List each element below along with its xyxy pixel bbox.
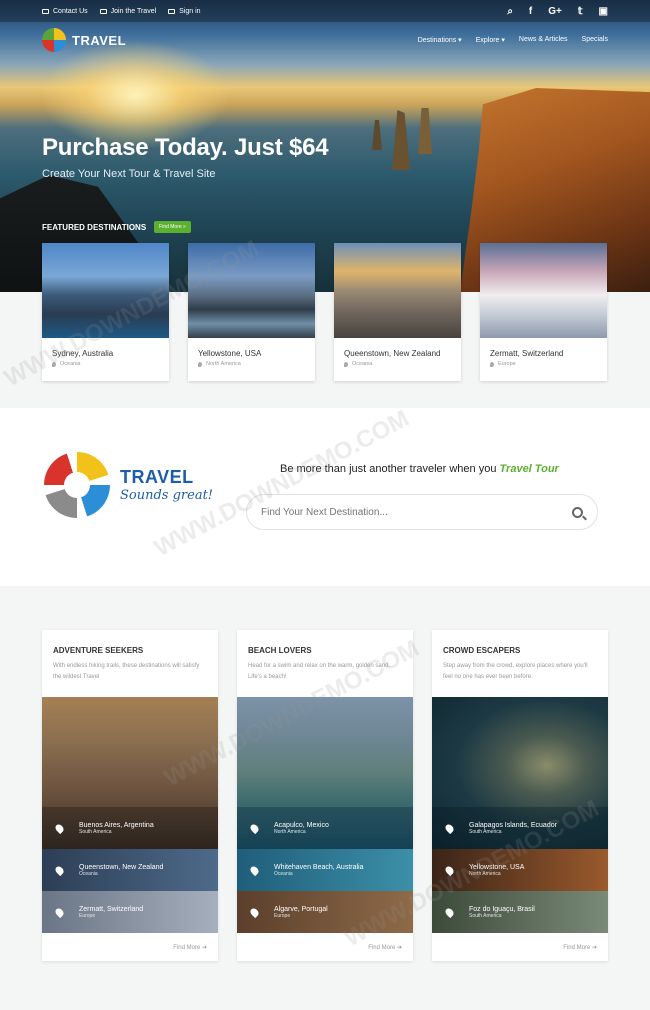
category-title: ADVENTURE SEEKERS	[53, 646, 144, 655]
category-columns: ADVENTURE SEEKERS With endless hiking tr…	[42, 630, 608, 961]
facebook-icon[interactable]: f	[529, 6, 532, 17]
location-pin-icon	[53, 864, 66, 876]
category-card: BEACH LOVERS Head for a swim and relax o…	[237, 630, 413, 961]
signin-link[interactable]: Sign in	[168, 8, 201, 15]
logo-text[interactable]: TRAVEL	[72, 33, 126, 48]
location-pin-icon	[443, 822, 456, 834]
search-icon[interactable]: ⌕	[507, 6, 513, 17]
destination-card[interactable]: Queenstown, New Zealand Oceania	[334, 243, 461, 381]
tagline-highlight: Travel Tour	[499, 463, 559, 475]
category-desc: Head for a swim and relax on the warm, g…	[248, 663, 391, 680]
nav-destinations[interactable]: Destinations ▾	[418, 36, 462, 44]
destination-row[interactable]: Foz do Iguaçu, Brasil South America	[432, 891, 608, 933]
category-desc: With endless hiking trails, these destin…	[53, 663, 200, 680]
find-more-link[interactable]: Find More ➔	[368, 944, 402, 951]
find-more-link[interactable]: Find More ➔	[173, 944, 207, 951]
rock-stack	[418, 108, 432, 154]
destination-card[interactable]: Sydney, Australia Oceania	[42, 243, 169, 381]
search-icon[interactable]	[572, 506, 583, 518]
find-more-button[interactable]: Find More »	[154, 221, 191, 233]
destination-region: North America	[206, 361, 241, 367]
tagline: Be more than just another traveler when …	[280, 463, 559, 475]
rock-stack	[392, 110, 410, 170]
twitter-icon[interactable]: 𝕥	[578, 6, 583, 17]
destination-row[interactable]: Acapulco, Mexico North America	[237, 807, 413, 849]
brand-logo: TRAVEL Sounds great!	[44, 452, 213, 518]
brand-slogan: Sounds great!	[120, 488, 214, 503]
category-title: BEACH LOVERS	[248, 646, 312, 655]
destination-row[interactable]: Yellowstone, USA North America	[432, 849, 608, 891]
hero-title: Purchase Today. Just $64	[42, 134, 329, 161]
join-link[interactable]: Join the Travel	[99, 8, 156, 15]
location-pin-icon	[344, 361, 348, 367]
destination-name: Queenstown, New Zealand	[344, 349, 441, 358]
sydney-image	[42, 243, 169, 338]
yellowstone-image	[188, 243, 315, 338]
google-plus-icon[interactable]: G+	[548, 6, 562, 17]
destination-region: Europe	[498, 361, 516, 367]
location-pin-icon	[248, 906, 261, 918]
category-card: ADVENTURE SEEKERS With endless hiking tr…	[42, 630, 218, 961]
destination-row[interactable]: Buenos Aires, Argentina South America	[42, 807, 218, 849]
destination-card[interactable]: Zermatt, Switzerland Europe	[480, 243, 607, 381]
main-nav: TRAVEL Destinations ▾ Explore ▾ News & A…	[0, 22, 650, 58]
destination-region: Oceania	[60, 361, 81, 367]
nav-explore[interactable]: Explore ▾	[476, 36, 505, 44]
featured-heading: FEATURED DESTINATIONS Find More »	[42, 221, 191, 233]
category-desc: Step away from the crowd, explore places…	[443, 663, 588, 680]
destination-card[interactable]: Yellowstone, USA North America	[188, 243, 315, 381]
queenstown-image	[334, 243, 461, 338]
rock-stack	[372, 120, 382, 150]
category-card: CROWD ESCAPERS Step away from the crowd,…	[432, 630, 608, 961]
location-pin-icon	[198, 361, 202, 367]
contact-link[interactable]: Contact Us	[42, 8, 88, 15]
signin-icon	[168, 8, 176, 14]
brand-title: TRAVEL	[120, 467, 194, 487]
location-pin-icon	[443, 864, 456, 876]
destination-region: Oceania	[352, 361, 373, 367]
logo-icon[interactable]	[42, 28, 66, 52]
location-pin-icon	[53, 906, 66, 918]
destination-search[interactable]	[246, 494, 598, 530]
travel-logo-icon	[44, 452, 110, 518]
search-input[interactable]	[261, 506, 572, 518]
location-pin-icon	[248, 822, 261, 834]
destination-row[interactable]: Zermatt, Switzerland Europe	[42, 891, 218, 933]
location-pin-icon	[248, 864, 261, 876]
destination-row[interactable]: Queenstown, New Zealand Oceania	[42, 849, 218, 891]
find-more-link[interactable]: Find More ➔	[563, 944, 597, 951]
destination-row[interactable]: Algarve, Portugal Europe	[237, 891, 413, 933]
location-pin-icon	[53, 822, 66, 834]
location-pin-icon	[52, 361, 56, 367]
nav-news[interactable]: News & Articles	[519, 36, 568, 44]
destination-name: Sydney, Australia	[52, 349, 114, 358]
instagram-icon[interactable]: ▣	[599, 6, 608, 17]
destination-row[interactable]: Whitehaven Beach, Australia Oceania	[237, 849, 413, 891]
nav-specials[interactable]: Specials	[582, 36, 608, 44]
destination-name: Yellowstone, USA	[198, 349, 262, 358]
location-pin-icon	[490, 361, 494, 367]
featured-cards: Sydney, Australia Oceania Yellowstone, U…	[42, 243, 607, 381]
envelope-icon	[42, 8, 49, 14]
user-icon	[99, 8, 107, 14]
hero-subtitle: Create Your Next Tour & Travel Site	[42, 168, 216, 180]
destination-row[interactable]: Galapagos Islands, Ecuador South America	[432, 807, 608, 849]
location-pin-icon	[443, 906, 456, 918]
top-bar: Contact Us Join the Travel Sign in ⌕ f G…	[0, 0, 650, 22]
destination-name: Zermatt, Switzerland	[490, 349, 564, 358]
zermatt-image	[480, 243, 607, 338]
category-title: CROWD ESCAPERS	[443, 646, 521, 655]
